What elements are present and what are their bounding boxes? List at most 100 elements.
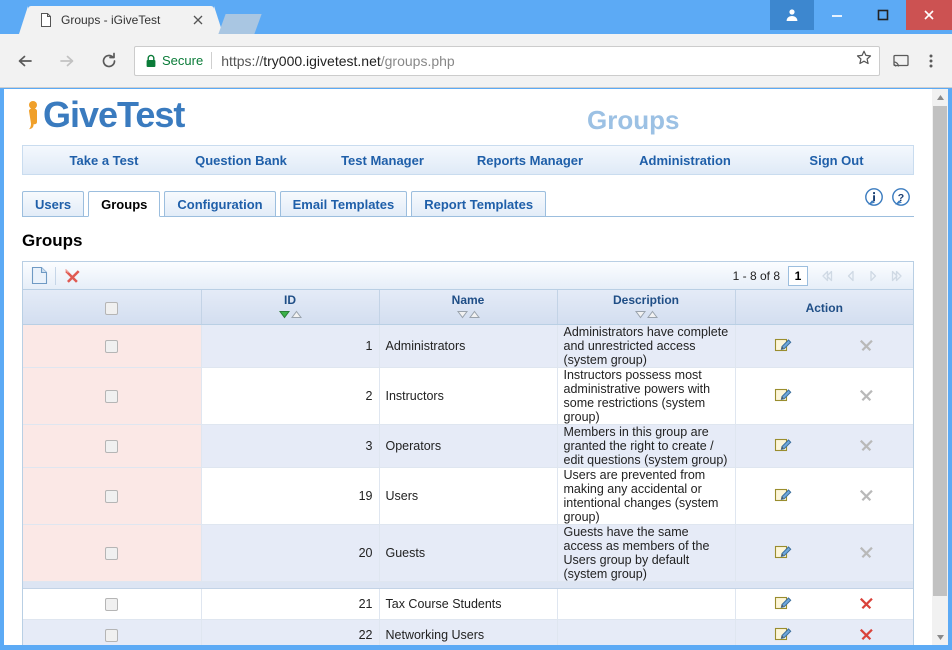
minimize-icon[interactable]: [814, 0, 860, 30]
back-arrow-icon[interactable]: [8, 44, 42, 78]
scroll-down-arrow[interactable]: [932, 629, 948, 645]
new-tab-button[interactable]: [218, 14, 262, 34]
tab-title: Groups - iGiveTest: [61, 13, 161, 27]
delete-row-icon: [858, 544, 874, 563]
column-label-id: ID: [284, 293, 296, 307]
vertical-scrollbar[interactable]: [932, 89, 948, 645]
row-checkbox[interactable]: [105, 598, 119, 612]
edit-icon[interactable]: [774, 336, 792, 357]
secure-label: Secure: [162, 53, 204, 68]
table-row[interactable]: 3 Operators Members in this group are gran…: [23, 424, 913, 468]
row-select-cell: [23, 467, 202, 525]
column-header-name[interactable]: Name: [379, 290, 558, 325]
row-select-cell: [23, 524, 202, 582]
pagination-range: 1 - 8 of 8: [732, 268, 780, 283]
browser-window: Groups - iGiveTest Secure https://try000…: [0, 0, 952, 650]
tab-configuration[interactable]: Configuration: [164, 191, 276, 216]
address-bar[interactable]: Secure https://try000.igivetest.net/grou…: [134, 45, 880, 76]
sort-asc-icon[interactable]: [290, 308, 302, 322]
edit-icon[interactable]: [774, 543, 792, 564]
edit-icon[interactable]: [774, 625, 792, 646]
web-page: GiveTest Groups Take a Test Question Bank…: [4, 89, 932, 645]
row-checkbox[interactable]: [105, 390, 119, 404]
cell-name: Operators: [379, 424, 558, 468]
select-all-checkbox[interactable]: [105, 301, 119, 315]
tab-label: Configuration: [177, 196, 263, 212]
delete-row-icon[interactable]: [858, 626, 874, 645]
delete-row-icon: [858, 487, 874, 506]
edit-icon[interactable]: [774, 486, 792, 507]
nav-item-take-a-test[interactable]: Take a Test: [41, 153, 167, 168]
delete-row-icon[interactable]: [858, 595, 874, 614]
cell-action: [735, 367, 913, 425]
scrollbar-thumb[interactable]: [933, 106, 947, 596]
close-window-icon[interactable]: [906, 0, 952, 30]
cell-name: Instructors: [379, 367, 558, 425]
first-page-icon: [814, 265, 838, 287]
cell-description: [557, 619, 736, 645]
omnibox-divider: [211, 52, 213, 69]
tab-email-templates[interactable]: Email Templates: [279, 191, 408, 216]
sort-desc-icon[interactable]: [456, 308, 468, 322]
table-row[interactable]: 21 Tax Course Students: [23, 588, 913, 620]
cell-action: [735, 588, 913, 620]
nav-item-test-manager[interactable]: Test Manager: [315, 153, 450, 168]
column-label-action: Action: [805, 300, 843, 315]
info-icon[interactable]: [863, 187, 885, 214]
row-checkbox[interactable]: [105, 629, 119, 643]
table-row[interactable]: 2 Instructors Instructors possess most adm…: [23, 367, 913, 425]
delete-row-icon: [858, 437, 874, 456]
maximize-icon[interactable]: [860, 0, 906, 30]
column-label-description: Description: [612, 293, 679, 307]
group-separator: [23, 581, 913, 589]
row-checkbox[interactable]: [105, 440, 119, 454]
sort-asc-icon[interactable]: [468, 308, 480, 322]
table-row[interactable]: 20 Guests Guests have the same access as m…: [23, 524, 913, 582]
pagination: 1 - 8 of 8 1: [733, 262, 910, 289]
cell-name: Tax Course Students: [379, 588, 558, 620]
row-checkbox[interactable]: [105, 547, 119, 561]
nav-item-question-bank[interactable]: Question Bank: [167, 153, 315, 168]
delete-icon[interactable]: [56, 263, 88, 289]
nav-item-administration[interactable]: Administration: [610, 153, 760, 168]
tab-users[interactable]: Users: [22, 191, 85, 216]
cell-id: 19: [201, 467, 380, 525]
close-icon[interactable]: [188, 10, 208, 30]
page-title: Groups: [22, 231, 83, 250]
tab-groups[interactable]: Groups: [88, 191, 161, 217]
help-icon[interactable]: ?: [890, 187, 912, 214]
sort-desc-icon[interactable]: [634, 308, 646, 322]
edit-icon[interactable]: [774, 436, 792, 457]
row-checkbox[interactable]: [105, 490, 119, 504]
user-profile-icon[interactable]: [770, 0, 814, 30]
edit-icon[interactable]: [774, 386, 792, 407]
site-logo[interactable]: GiveTest: [22, 96, 185, 134]
pagination-current-page[interactable]: 1: [788, 265, 808, 286]
sort-asc-icon[interactable]: [646, 308, 658, 322]
table-row[interactable]: 1 Administrators Administrators have compl…: [23, 324, 913, 368]
edit-icon[interactable]: [774, 594, 792, 615]
three-dot-menu-icon[interactable]: [916, 52, 946, 70]
table-row[interactable]: 19 Users Users are prevented from making a…: [23, 467, 913, 525]
row-checkbox[interactable]: [105, 340, 119, 354]
grid-toolbar: 1 - 8 of 8 1: [23, 262, 913, 290]
site-header: GiveTest Groups: [4, 89, 932, 145]
cast-icon[interactable]: [886, 51, 916, 71]
column-header-id[interactable]: ID: [201, 290, 380, 325]
nav-item-reports-manager[interactable]: Reports Manager: [450, 153, 610, 168]
column-header-description[interactable]: Description: [557, 290, 736, 325]
help-icon-group: ?: [863, 187, 912, 214]
table-row[interactable]: 22 Networking Users: [23, 619, 913, 646]
new-document-icon[interactable]: [23, 263, 55, 289]
reload-icon[interactable]: [92, 44, 126, 78]
scroll-up-arrow[interactable]: [932, 89, 948, 105]
sort-desc-icon[interactable]: [278, 308, 290, 322]
cell-description: Members in this group are granted the ri…: [557, 424, 736, 468]
tab-report-templates[interactable]: Report Templates: [411, 191, 547, 216]
browser-tab[interactable]: Groups - iGiveTest: [19, 6, 223, 34]
cell-action: [735, 424, 913, 468]
nav-item-sign-out[interactable]: Sign Out: [760, 153, 913, 168]
browser-toolbar: Secure https://try000.igivetest.net/grou…: [0, 34, 952, 88]
star-icon[interactable]: [855, 49, 873, 72]
row-select-cell: [23, 588, 202, 620]
